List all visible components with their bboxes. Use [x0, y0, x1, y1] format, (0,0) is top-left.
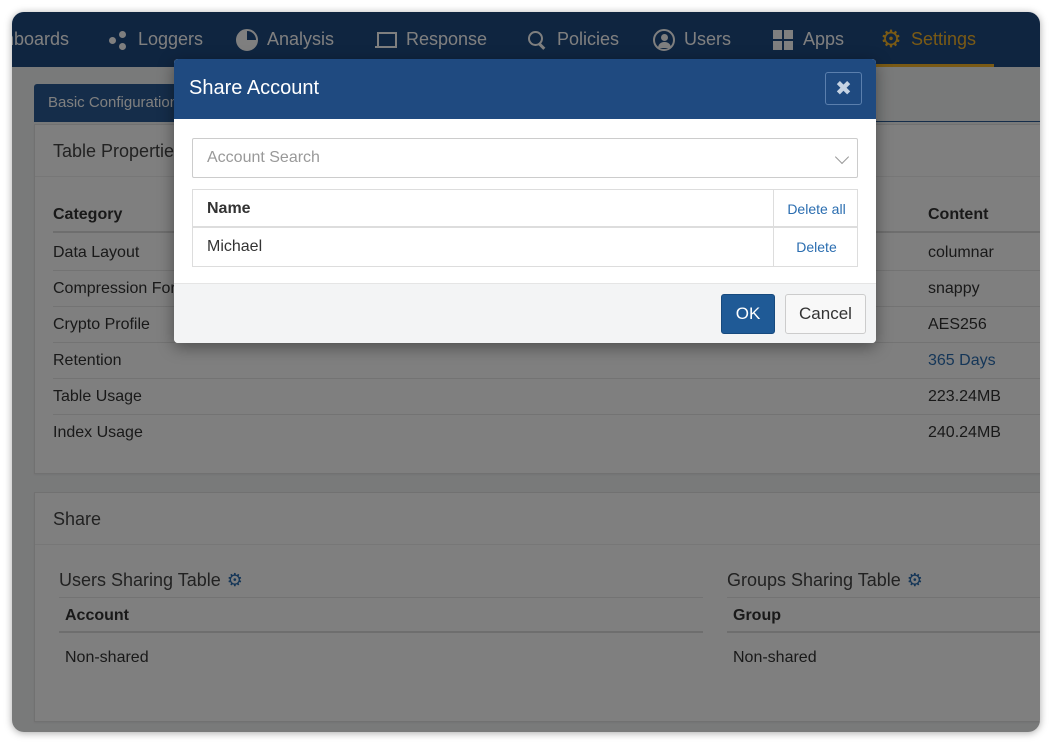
table-header-row: Name Delete all: [193, 190, 857, 228]
ok-button[interactable]: OK: [721, 294, 775, 334]
cancel-button[interactable]: Cancel: [785, 294, 866, 334]
account-name: Michael: [207, 238, 263, 255]
account-search-placeholder: Account Search: [207, 149, 320, 166]
delete-all-button[interactable]: Delete all: [773, 190, 859, 226]
column-header-name: Name: [207, 200, 251, 217]
shared-accounts-table: Name Delete all Michael Delete: [192, 189, 858, 267]
share-account-dialog: Share Account ✖ Account Search Name Dele…: [174, 59, 876, 343]
dialog-header: Share Account ✖: [174, 59, 876, 119]
dialog-footer: OK Cancel: [174, 283, 876, 343]
chevron-down-icon: [834, 149, 850, 165]
app-window: hboards Loggers Analysis Response Polici…: [12, 12, 1040, 732]
close-button[interactable]: ✖: [825, 72, 862, 105]
dialog-title: Share Account: [189, 77, 320, 99]
account-search-select[interactable]: Account Search: [192, 138, 858, 178]
close-icon: ✖: [835, 78, 852, 100]
delete-button[interactable]: Delete: [773, 228, 859, 266]
table-row: Michael Delete: [193, 228, 857, 266]
